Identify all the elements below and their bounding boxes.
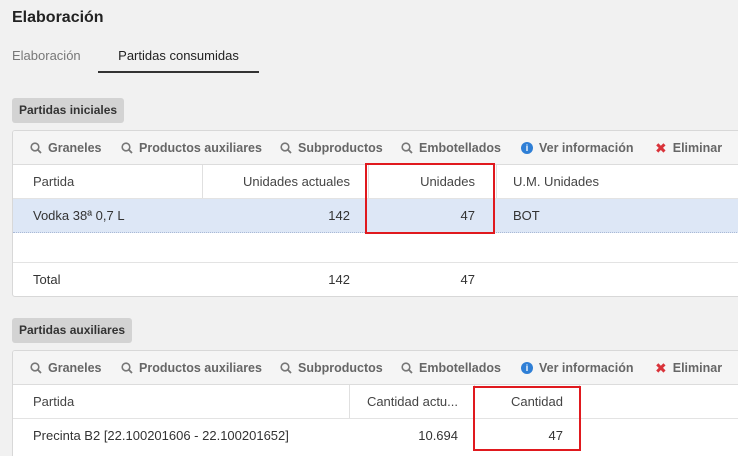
graneles-label: Graneles — [48, 141, 102, 155]
partidas-auxiliares-toolbar: Graneles Productos auxiliares Subproduct… — [13, 351, 738, 385]
column-header-partida[interactable]: Partida — [33, 165, 193, 198]
search-icon — [121, 142, 133, 154]
productos-auxiliares-label: Productos auxiliares — [139, 361, 262, 375]
info-icon: i — [521, 141, 533, 154]
search-icon — [280, 362, 292, 374]
cell-um-unidades: BOT — [513, 208, 540, 223]
column-header-um-unidades[interactable]: U.M. Unidades — [513, 165, 653, 198]
search-icon — [30, 142, 42, 154]
partidas-iniciales-panel: Graneles Productos auxiliares Subproduct… — [12, 130, 738, 297]
empty-row — [13, 233, 738, 263]
productos-auxiliares-button[interactable]: Productos auxiliares — [121, 351, 262, 385]
column-header-unidades-actuales[interactable]: Unidades actuales — [203, 165, 350, 198]
table-row[interactable]: Precinta B2 [22.100201606 - 22.100201652… — [13, 419, 738, 453]
graneles-button[interactable]: Graneles — [30, 131, 102, 165]
page-title: Elaboración — [12, 9, 104, 26]
total-unidades-actuales: 142 — [328, 272, 350, 287]
eliminar-label: Eliminar — [672, 141, 723, 155]
cell-cantidad-actual: 10.694 — [418, 428, 458, 443]
ver-informacion-button[interactable]: i Ver información — [521, 131, 633, 165]
section-label-partidas-iniciales: Partidas iniciales — [12, 98, 125, 123]
eliminar-label: Eliminar — [672, 361, 723, 375]
embotellados-button[interactable]: Embotellados — [401, 351, 501, 385]
cell-partida: Precinta B2 [22.100201606 - 22.100201652… — [33, 428, 289, 443]
search-icon — [401, 362, 413, 374]
total-row: Total 142 47 — [13, 263, 738, 296]
column-header-cantidad-actual[interactable]: Cantidad actu... — [350, 385, 458, 418]
tab-bar: Elaboración Partidas consumidas — [0, 40, 738, 74]
ver-informacion-label: Ver información — [539, 141, 634, 155]
table-row[interactable]: Vodka 38ª 0,7 L 142 47 BOT — [13, 199, 738, 233]
search-icon — [30, 362, 42, 374]
search-icon — [121, 362, 133, 374]
embotellados-label: Embotellados — [419, 141, 501, 155]
delete-x-icon: ✖ — [655, 359, 667, 376]
graneles-button[interactable]: Graneles — [30, 351, 102, 385]
info-icon: i — [521, 361, 533, 374]
graneles-label: Graneles — [48, 361, 102, 375]
cell-cantidad[interactable]: 47 — [475, 419, 563, 453]
table-header: Partida Cantidad actu... Cantidad — [13, 385, 738, 419]
column-header-unidades[interactable]: Unidades — [369, 165, 475, 198]
column-divider — [579, 385, 580, 418]
cell-unidades-actuales: 142 — [328, 208, 350, 223]
ver-informacion-button[interactable]: i Ver información — [521, 351, 633, 385]
productos-auxiliares-button[interactable]: Productos auxiliares — [121, 131, 262, 165]
subproductos-label: Subproductos — [298, 361, 383, 375]
tab-partidas-consumidas[interactable]: Partidas consumidas — [98, 40, 259, 73]
ver-informacion-label: Ver información — [539, 361, 634, 375]
search-icon — [401, 142, 413, 154]
embotellados-button[interactable]: Embotellados — [401, 131, 501, 165]
total-unidades: 47 — [460, 272, 475, 287]
partidas-iniciales-toolbar: Graneles Productos auxiliares Subproduct… — [13, 131, 738, 165]
eliminar-button[interactable]: ✖ Eliminar — [655, 351, 722, 385]
subproductos-button[interactable]: Subproductos — [280, 131, 383, 165]
tab-elaboracion[interactable]: Elaboración — [0, 40, 92, 73]
subproductos-label: Subproductos — [298, 141, 383, 155]
table-header: Partida Unidades actuales Unidades U.M. … — [13, 165, 738, 199]
total-label: Total — [33, 272, 61, 287]
subproductos-button[interactable]: Subproductos — [280, 351, 383, 385]
eliminar-button[interactable]: ✖ Eliminar — [655, 131, 722, 165]
column-divider — [496, 165, 497, 198]
cell-unidades[interactable]: 47 — [369, 199, 475, 232]
productos-auxiliares-label: Productos auxiliares — [139, 141, 262, 155]
section-label-partidas-auxiliares: Partidas auxiliares — [12, 318, 133, 343]
cell-partida: Vodka 38ª 0,7 L — [33, 208, 125, 223]
column-header-partida[interactable]: Partida — [33, 385, 333, 418]
column-header-cantidad[interactable]: Cantidad — [475, 385, 563, 418]
search-icon — [280, 142, 292, 154]
partidas-auxiliares-panel: Graneles Productos auxiliares Subproduct… — [12, 350, 738, 456]
delete-x-icon: ✖ — [655, 139, 667, 156]
embotellados-label: Embotellados — [419, 361, 501, 375]
